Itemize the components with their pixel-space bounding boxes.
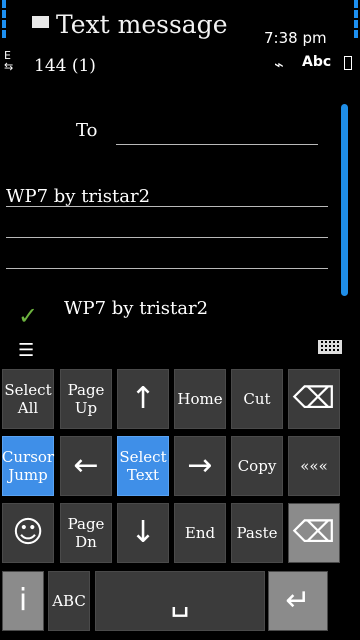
key[interactable]: Paste xyxy=(231,503,283,563)
page-title: Text message xyxy=(56,10,228,39)
pen-icon: ⌁ xyxy=(274,55,284,74)
battery-icon xyxy=(346,0,358,42)
key[interactable]: ««« xyxy=(288,436,340,496)
character-count: 144 (1) xyxy=(34,56,96,76)
key[interactable]: Page Up xyxy=(60,369,112,429)
check-icon[interactable]: ✓ xyxy=(18,302,38,330)
battery-small-icon xyxy=(344,56,352,70)
clock: 7:38 pm xyxy=(264,29,327,47)
keyboard-icon[interactable] xyxy=(318,340,342,354)
message-icon xyxy=(32,16,49,28)
key[interactable]: Cut xyxy=(231,369,283,429)
signal-icon xyxy=(2,0,14,42)
key[interactable]: ⌫ xyxy=(288,503,340,563)
key[interactable]: Select Text xyxy=(117,436,169,496)
key[interactable]: ↵ xyxy=(268,571,328,631)
key[interactable]: ABC xyxy=(48,571,90,631)
prediction-text[interactable]: WP7 by tristar2 xyxy=(64,298,208,319)
to-input-line[interactable] xyxy=(116,144,318,145)
key[interactable]: Select All xyxy=(2,369,54,429)
key[interactable]: Cursor Jump xyxy=(2,436,54,496)
key[interactable]: ← xyxy=(60,436,112,496)
key[interactable]: ↑ xyxy=(117,369,169,429)
input-mode: Abc xyxy=(302,54,332,70)
key[interactable]: Copy xyxy=(231,436,283,496)
key[interactable]: ⌫ xyxy=(288,369,340,429)
menu-icon[interactable]: ☰ xyxy=(18,340,34,361)
key[interactable]: ☺ xyxy=(2,503,54,563)
key[interactable]: End xyxy=(174,503,226,563)
key[interactable]: → xyxy=(174,436,226,496)
scrollbar[interactable] xyxy=(341,104,348,296)
message-input[interactable]: WP7 by tristar2 xyxy=(6,186,150,207)
key[interactable]: i xyxy=(2,571,44,631)
key[interactable]: ↓ xyxy=(117,503,169,563)
key[interactable]: ␣ xyxy=(95,571,265,631)
key[interactable]: Page Dn xyxy=(60,503,112,563)
encoding-icon: E ⇆ xyxy=(4,49,14,73)
to-label: To xyxy=(76,120,98,141)
key[interactable]: Home xyxy=(174,369,226,429)
